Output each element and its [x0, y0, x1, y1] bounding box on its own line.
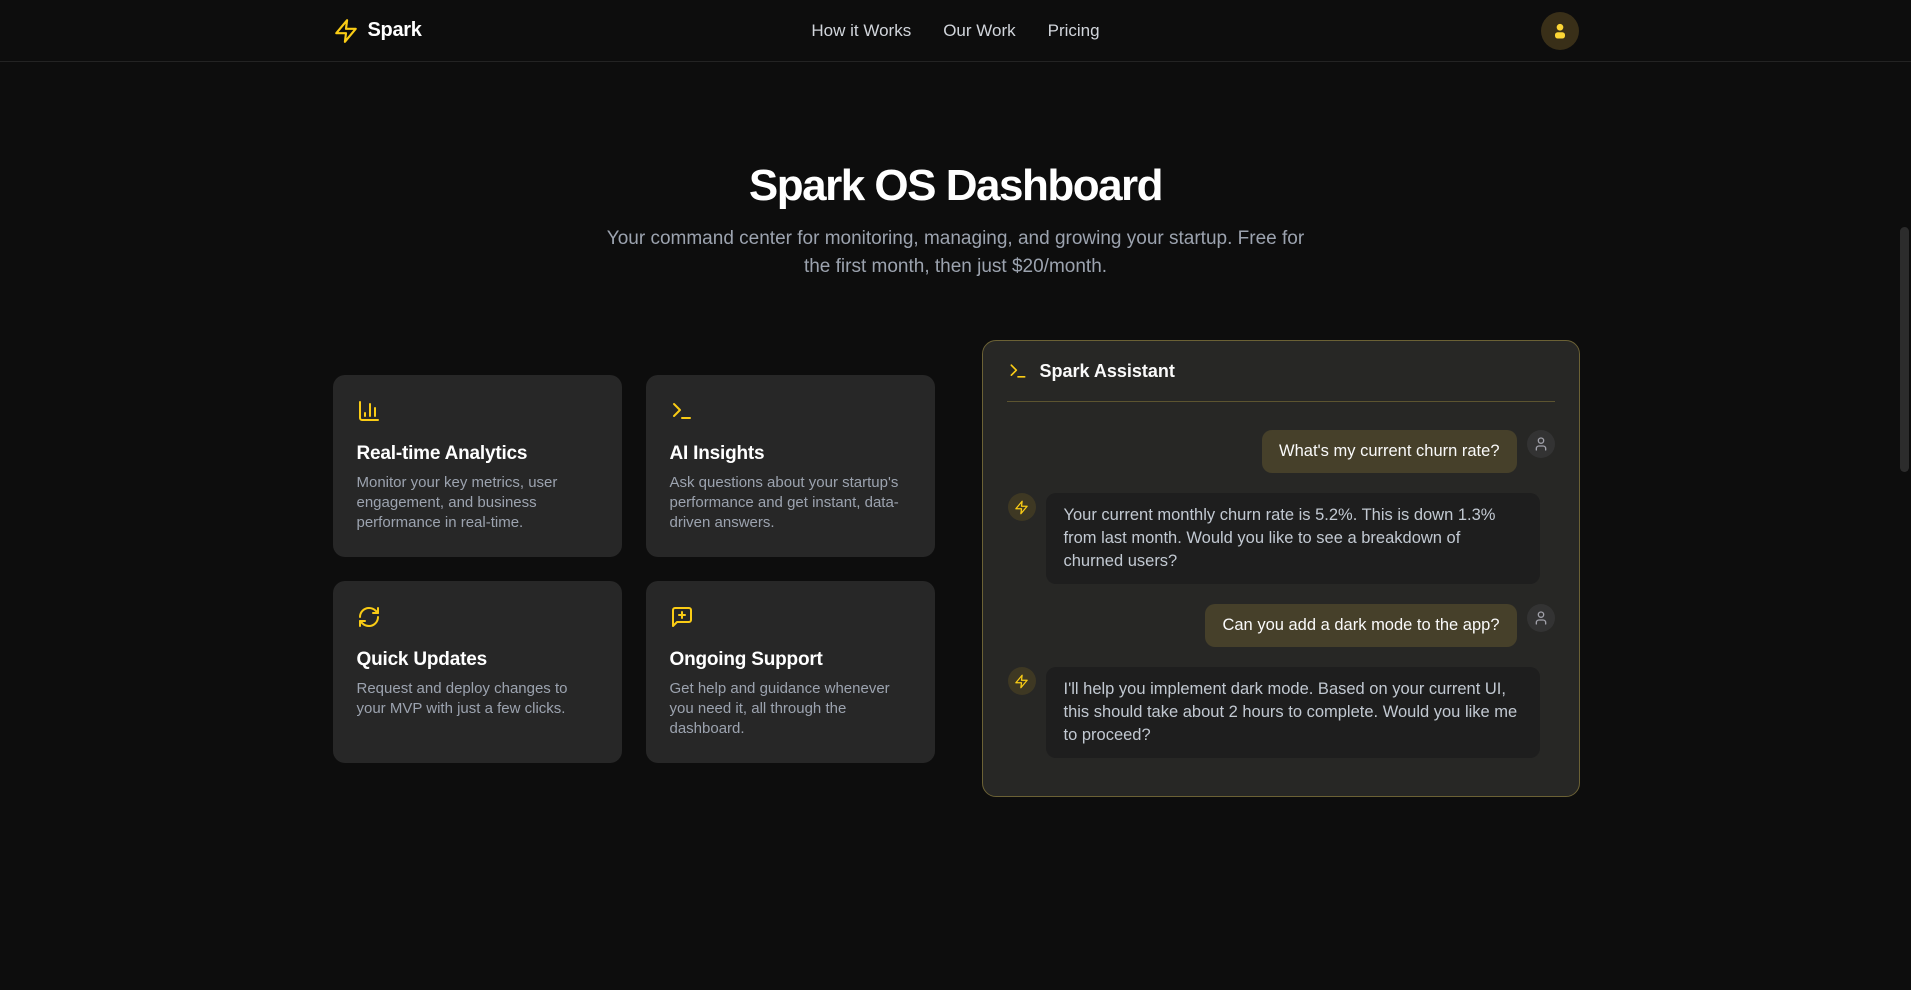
hero-subtitle-line1: Your command center for monitoring, mana… [0, 225, 1911, 253]
navbar-inner: Spark How it Works Our Work Pricing [311, 0, 1601, 61]
feature-title: Ongoing Support [670, 649, 911, 671]
user-chat-avatar [1527, 430, 1555, 458]
assistant-panel-title: Spark Assistant [1040, 361, 1175, 382]
feature-description: Request and deploy changes to your MVP w… [357, 679, 598, 719]
nav-link-pricing[interactable]: Pricing [1048, 21, 1100, 41]
feature-title: Real-time Analytics [357, 443, 598, 465]
chat-message-list: What's my current churn rate? Your curre… [983, 402, 1579, 796]
user-outline-icon [1533, 610, 1549, 626]
user-icon [1550, 21, 1570, 41]
feature-card-ongoing-support: Ongoing Support Get help and guidance wh… [646, 581, 935, 763]
zap-icon [1014, 500, 1029, 515]
feature-card-realtime-analytics: Real-time Analytics Monitor your key met… [333, 375, 622, 557]
feature-title: AI Insights [670, 443, 911, 465]
nav-links: How it Works Our Work Pricing [811, 21, 1099, 41]
feature-description: Monitor your key metrics, user engagemen… [357, 473, 598, 533]
hero-section: Spark OS Dashboard Your command center f… [0, 161, 1911, 281]
assistant-chat-avatar [1008, 493, 1036, 521]
nav-link-how-it-works[interactable]: How it Works [811, 21, 911, 41]
assistant-chat-avatar [1008, 667, 1036, 695]
zap-icon [1014, 674, 1029, 689]
chat-message-user: Can you add a dark mode to the app? [1008, 604, 1555, 647]
feature-grid: Real-time Analytics Monitor your key met… [333, 375, 935, 763]
feature-card-quick-updates: Quick Updates Request and deploy changes… [333, 581, 622, 763]
brand-logo[interactable]: Spark [333, 18, 422, 44]
user-message-bubble: What's my current churn rate? [1262, 430, 1516, 473]
page-title: Spark OS Dashboard [0, 161, 1911, 211]
refresh-icon [357, 605, 381, 629]
message-square-plus-icon [670, 605, 694, 629]
terminal-icon [670, 399, 694, 423]
main-content: Real-time Analytics Monitor your key met… [311, 340, 1601, 797]
user-message-bubble: Can you add a dark mode to the app? [1205, 604, 1516, 647]
chart-column-icon [357, 399, 381, 423]
nav-link-our-work[interactable]: Our Work [943, 21, 1015, 41]
hero-subtitle: Your command center for monitoring, mana… [0, 225, 1911, 281]
chat-message-user: What's my current churn rate? [1008, 430, 1555, 473]
spark-assistant-panel: Spark Assistant What's my current churn … [982, 340, 1580, 797]
user-chat-avatar [1527, 604, 1555, 632]
user-outline-icon [1533, 436, 1549, 452]
terminal-icon [1008, 361, 1028, 381]
brand-name: Spark [368, 19, 422, 42]
feature-card-ai-insights: AI Insights Ask questions about your sta… [646, 375, 935, 557]
feature-description: Get help and guidance whenever you need … [670, 679, 911, 739]
chat-message-assistant: I'll help you implement dark mode. Based… [1008, 667, 1555, 758]
assistant-message-bubble: Your current monthly churn rate is 5.2%.… [1046, 493, 1540, 584]
page-scrollbar[interactable] [1900, 227, 1909, 472]
chat-message-assistant: Your current monthly churn rate is 5.2%.… [1008, 493, 1555, 584]
profile-avatar-button[interactable] [1541, 12, 1579, 50]
feature-description: Ask questions about your startup's perfo… [670, 473, 911, 533]
feature-title: Quick Updates [357, 649, 598, 671]
assistant-message-bubble: I'll help you implement dark mode. Based… [1046, 667, 1540, 758]
hero-subtitle-line2: the first month, then just $20/month. [0, 253, 1911, 281]
navbar: Spark How it Works Our Work Pricing [0, 0, 1911, 62]
assistant-panel-header: Spark Assistant [983, 341, 1579, 401]
zap-icon [333, 18, 359, 44]
